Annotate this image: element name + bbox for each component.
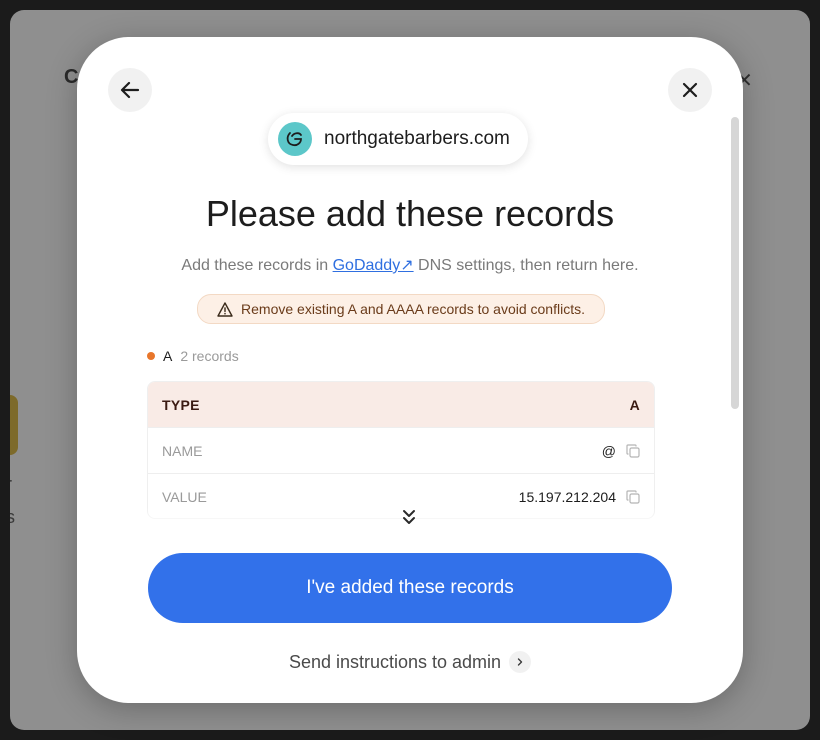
name-value-cell: @	[602, 443, 640, 459]
value-label: VALUE	[162, 488, 207, 505]
background-text-fragment: s	[10, 507, 15, 527]
domain-badge: northgatebarbers.com	[268, 113, 528, 165]
records-added-button[interactable]: I've added these records	[148, 553, 672, 623]
table-row: NAME @	[148, 427, 654, 473]
warning-text: Remove existing A and AAAA records to av…	[241, 301, 585, 317]
type-value: A	[629, 396, 640, 413]
back-button[interactable]	[108, 68, 152, 112]
send-instructions-label[interactable]: Send instructions to admin	[289, 652, 501, 673]
provider-logo-icon	[278, 122, 312, 156]
close-button[interactable]	[668, 68, 712, 112]
value-value-cell: 15.197.212.204	[519, 489, 640, 505]
expand-chevrons-icon[interactable]	[401, 508, 417, 531]
record-type: A	[163, 348, 173, 364]
name-value: @	[601, 442, 616, 459]
warning-icon	[217, 301, 233, 317]
background-image-fragment	[10, 395, 18, 455]
copy-icon[interactable]	[626, 489, 640, 504]
record-status-dot	[147, 352, 155, 360]
warning-banner: Remove existing A and AAAA records to av…	[197, 294, 605, 324]
send-instructions-link[interactable]: Send instructions to admin	[77, 651, 743, 673]
type-label: TYPE	[162, 396, 200, 413]
value-value: 15.197.212.204	[518, 488, 616, 505]
record-table: TYPE A NAME @ VALUE 15.197.212.204	[147, 381, 655, 519]
chevron-right-icon[interactable]	[509, 651, 532, 673]
name-label: NAME	[162, 442, 203, 459]
record-count: 2 records	[180, 348, 239, 364]
dns-records-modal: northgatebarbers.com Please add these re…	[77, 37, 743, 703]
background-text-fragment: r	[10, 474, 12, 495]
record-group-header: A 2 records	[147, 348, 239, 364]
instructions-suffix: DNS settings, then return here.	[413, 257, 639, 274]
close-icon	[682, 82, 698, 98]
table-header-row: TYPE A	[148, 382, 654, 427]
domain-name: northgatebarbers.com	[324, 128, 510, 149]
provider-link[interactable]: GoDaddy↗	[333, 257, 414, 274]
instructions-text: Add these records in GoDaddy↗ DNS settin…	[77, 255, 743, 275]
page-title: Please add these records	[205, 193, 615, 234]
instructions-prefix: Add these records in	[181, 257, 333, 274]
arrow-left-icon	[120, 81, 140, 99]
copy-icon[interactable]	[626, 443, 640, 458]
